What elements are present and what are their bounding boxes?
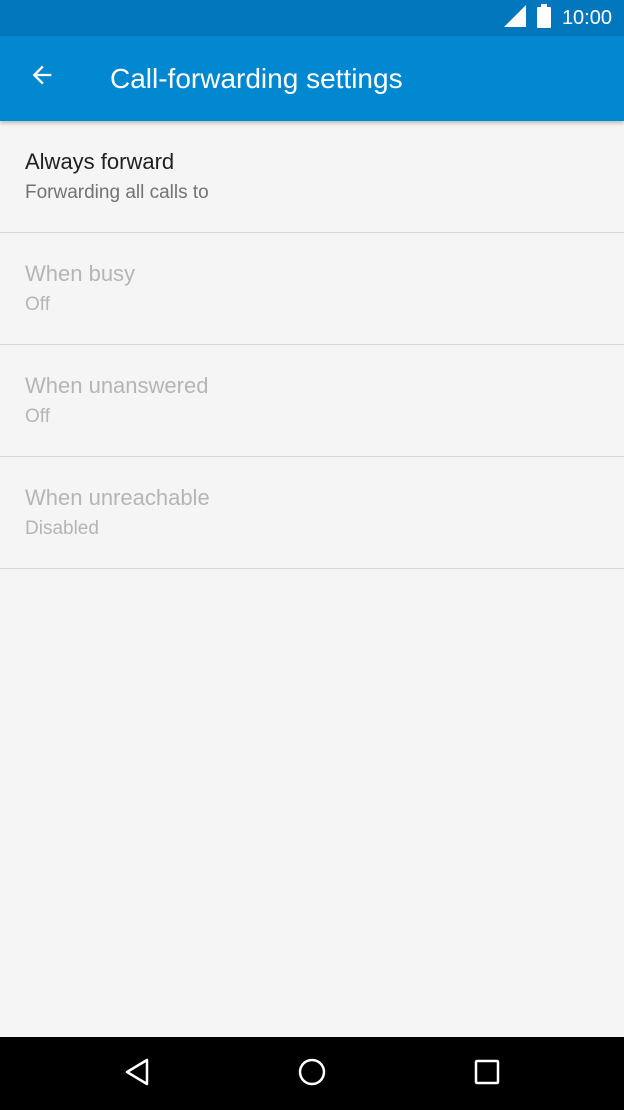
setting-always-forward[interactable]: Always forward Forwarding all calls to — [0, 121, 624, 233]
back-button[interactable] — [16, 51, 68, 103]
status-bar: 10:00 — [0, 0, 624, 36]
setting-title: When unanswered — [25, 373, 209, 398]
arrow-back-icon — [28, 61, 56, 94]
setting-summary: Off — [25, 294, 50, 315]
nav-back-button[interactable] — [112, 1049, 162, 1099]
nav-home-button[interactable] — [287, 1049, 337, 1099]
nav-recents-button[interactable] — [462, 1049, 512, 1099]
setting-summary: Disabled — [25, 518, 99, 539]
signal-icon — [503, 4, 526, 32]
setting-when-unanswered[interactable]: When unanswered Off — [0, 345, 624, 457]
setting-summary: Forwarding all calls to — [25, 182, 209, 203]
setting-when-busy[interactable]: When busy Off — [0, 233, 624, 345]
recents-square-icon — [473, 1058, 501, 1091]
setting-title: Always forward — [25, 149, 175, 174]
setting-when-unreachable[interactable]: When unreachable Disabled — [0, 457, 624, 569]
home-circle-icon — [297, 1057, 327, 1092]
settings-list: Always forward Forwarding all calls to W… — [0, 121, 624, 569]
status-icons: 10:00 — [503, 0, 612, 36]
app-bar: Call-forwarding settings — [0, 36, 624, 121]
setting-title: When busy — [25, 261, 136, 286]
battery-icon — [536, 3, 552, 33]
navigation-bar — [0, 1037, 624, 1110]
setting-title: When unreachable — [25, 485, 210, 510]
setting-summary: Off — [25, 406, 50, 427]
back-triangle-icon — [122, 1057, 152, 1092]
page-title: Call-forwarding settings — [110, 63, 403, 94]
status-time: 10:00 — [561, 7, 612, 29]
